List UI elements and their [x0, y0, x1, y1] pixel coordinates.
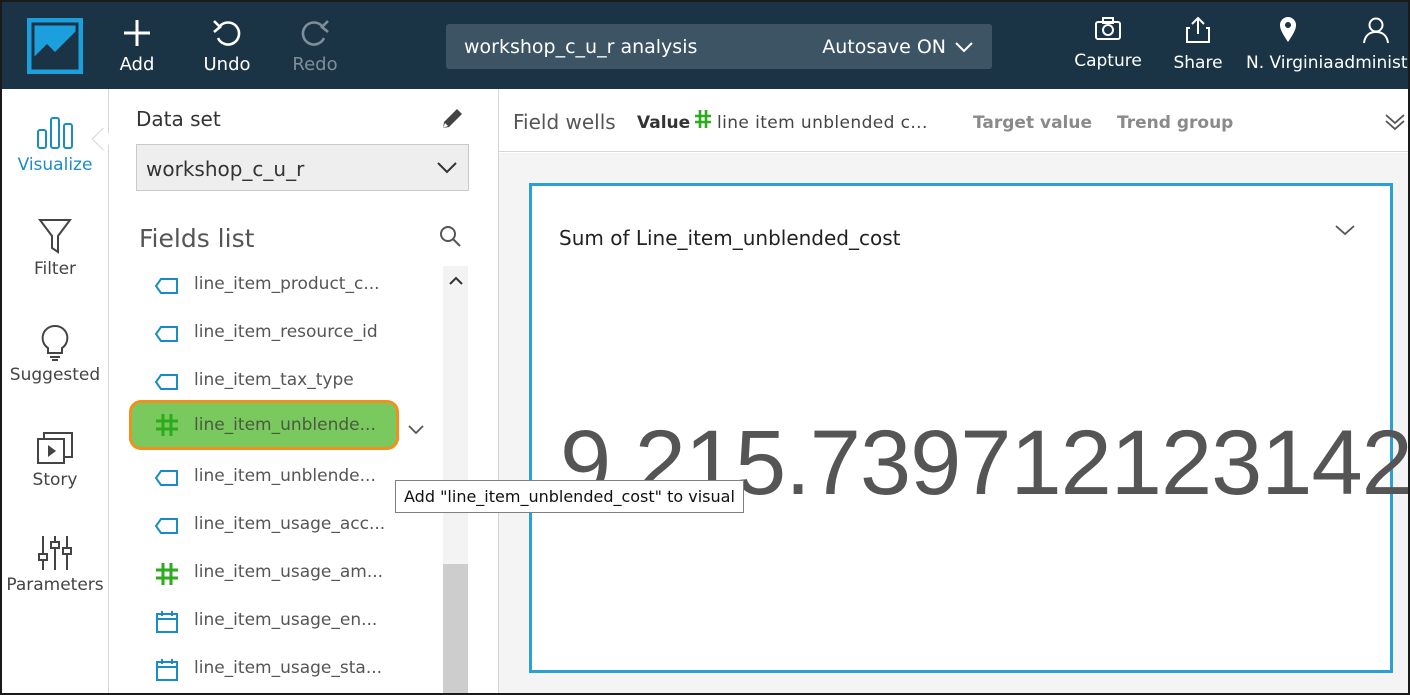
region-selector[interactable]: N. Virginia: [1246, 16, 1334, 73]
add-to-visual-tooltip: Add "line_item_unblended_cost" to visual: [395, 480, 744, 513]
field-name: line_item_usage_en...: [194, 610, 378, 630]
field-name: line_item_usage_am...: [194, 562, 384, 582]
expand-wells-icon[interactable]: [1384, 112, 1406, 136]
measure-hash-icon: [694, 109, 712, 133]
search-icon[interactable]: [439, 225, 461, 251]
dimension-tag-icon: [154, 514, 180, 538]
field-name: line_item_unblende...: [194, 466, 376, 486]
scrollbar-thumb[interactable]: [443, 564, 468, 693]
app-window: Add Undo Redo workshop_c_u_r analysis Au…: [0, 0, 1410, 695]
analysis-title[interactable]: workshop_c_u_r analysis: [464, 36, 697, 58]
filter-icon: [2, 215, 108, 259]
quicksight-logo[interactable]: [27, 18, 83, 74]
chevron-down-icon: [436, 159, 458, 179]
field-item[interactable]: line_item_usage_sta...: [127, 649, 447, 689]
rail-label-parameters: Parameters: [6, 575, 104, 595]
rail-label-filter: Filter: [33, 259, 77, 279]
autosave-dropdown[interactable]: Autosave ON: [822, 36, 974, 58]
story-icon: [2, 426, 108, 470]
field-options-chevron-icon[interactable]: [407, 420, 425, 439]
data-panel: Data set workshop_c_u_r Fields list line…: [109, 89, 499, 693]
dataset-value: workshop_c_u_r: [146, 157, 305, 181]
redo-button[interactable]: Redo: [280, 16, 350, 75]
dimension-tag-icon: [154, 370, 180, 394]
rail-item-visualize[interactable]: Visualize: [2, 111, 108, 175]
rail-item-parameters[interactable]: Parameters: [2, 531, 108, 595]
user-icon: [1334, 16, 1408, 48]
field-item[interactable]: line_item_usage_am...: [127, 553, 447, 593]
rail-item-suggested[interactable]: Suggested: [2, 321, 108, 385]
dimension-tag-icon: [154, 466, 180, 490]
location-pin-icon: [1246, 16, 1330, 48]
scroll-up-icon[interactable]: [443, 266, 468, 296]
field-item[interactable]: line_item_tax_type: [127, 361, 447, 401]
camera-icon: [1072, 16, 1144, 46]
value-well-field[interactable]: line item unblended c...: [717, 113, 928, 133]
field-wells-title[interactable]: Field wells: [513, 110, 616, 134]
lightbulb-icon: [2, 321, 108, 365]
capture-label: Capture: [1074, 51, 1142, 71]
share-label: Share: [1173, 53, 1223, 73]
target-value-well[interactable]: Target value: [973, 113, 1092, 133]
edit-pencil-icon[interactable]: [440, 107, 464, 135]
left-nav-rail: Visualize Filter Suggested Story Paramet: [2, 89, 115, 693]
rail-label-suggested: Suggested: [9, 365, 101, 385]
user-menu[interactable]: administr.: [1334, 16, 1408, 73]
field-name: line_item_product_c...: [194, 274, 380, 294]
fields-list-label: Fields list: [139, 224, 255, 253]
autosave-label: Autosave ON: [822, 36, 946, 58]
rail-label-story: Story: [32, 470, 78, 490]
add-button[interactable]: Add: [102, 16, 172, 75]
chevron-down-icon[interactable]: [1334, 222, 1356, 241]
plus-icon: [102, 16, 172, 50]
field-item[interactable]: line_item_resource_id: [127, 313, 447, 353]
bar-chart-icon: [2, 111, 108, 155]
redo-icon: [280, 16, 350, 50]
kpi-visual[interactable]: Sum of Line_item_unblended_cost 9,215.73…: [529, 183, 1408, 673]
user-label: administr.: [1334, 53, 1408, 73]
sliders-icon: [2, 531, 108, 575]
trend-group-well[interactable]: Trend group: [1117, 113, 1233, 133]
redo-label: Redo: [292, 54, 338, 75]
rail-item-story[interactable]: Story: [2, 426, 108, 490]
analysis-canvas: Sum of Line_item_unblended_cost 9,215.73…: [499, 153, 1408, 693]
field-item[interactable]: line_item_usage_en...: [127, 601, 447, 641]
undo-icon: [192, 16, 262, 50]
field-wells-bar: Field wells Value line item unblended c.…: [499, 89, 1408, 152]
share-button[interactable]: Share: [1168, 16, 1228, 73]
measure-hash-icon: [154, 562, 180, 586]
analysis-name-box[interactable]: workshop_c_u_r analysis Autosave ON: [446, 24, 992, 69]
chevron-down-icon: [955, 42, 973, 53]
add-label: Add: [119, 54, 155, 75]
field-name: line_item_resource_id: [194, 322, 378, 342]
field-name: line_item_unblende...: [194, 415, 376, 435]
share-icon: [1168, 16, 1228, 48]
region-label: N. Virginia: [1246, 53, 1334, 73]
measure-hash-icon: [154, 413, 180, 437]
value-well-label: Value: [637, 113, 691, 133]
rail-item-filter[interactable]: Filter: [2, 215, 108, 279]
calendar-icon: [154, 658, 180, 682]
field-item[interactable]: line_item_product_c...: [127, 265, 447, 305]
dimension-tag-icon: [154, 322, 180, 346]
rail-label-visualize: Visualize: [17, 155, 93, 175]
undo-button[interactable]: Undo: [192, 16, 262, 75]
field-name: line_item_usage_sta...: [194, 658, 383, 678]
top-toolbar: Add Undo Redo workshop_c_u_r analysis Au…: [2, 2, 1408, 89]
undo-label: Undo: [203, 54, 251, 75]
calendar-icon: [154, 610, 180, 634]
field-name: line_item_tax_type: [194, 370, 354, 390]
field-name: line_item_usage_acc...: [194, 514, 386, 534]
capture-button[interactable]: Capture: [1072, 16, 1144, 71]
dimension-tag-icon: [154, 274, 180, 298]
dataset-label: Data set: [136, 107, 221, 131]
field-item-selected[interactable]: line_item_unblende...: [129, 400, 399, 450]
dataset-select[interactable]: workshop_c_u_r: [136, 144, 469, 191]
visual-title[interactable]: Sum of Line_item_unblended_cost: [559, 226, 900, 250]
